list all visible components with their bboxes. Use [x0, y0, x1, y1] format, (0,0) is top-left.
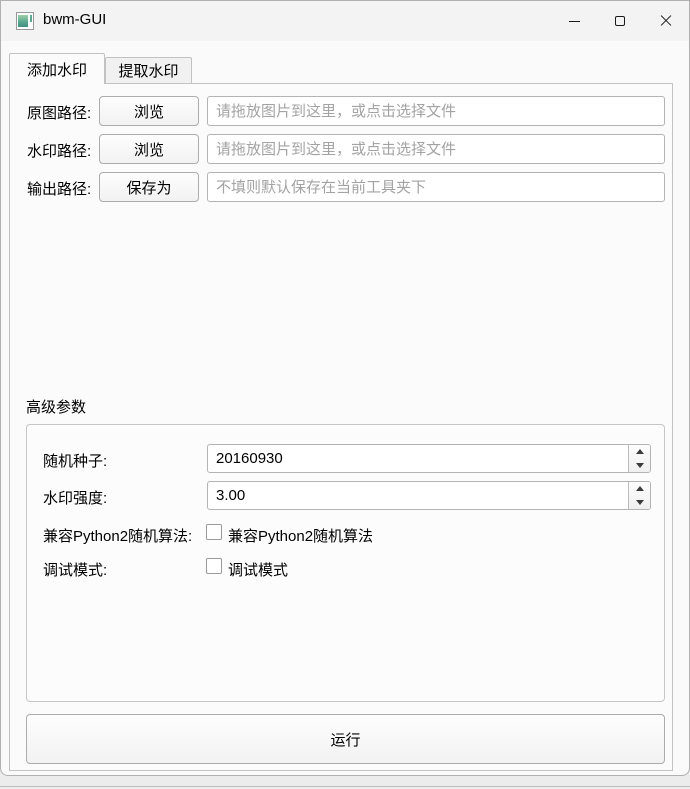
save-as-button[interactable]: 保存为: [99, 172, 199, 202]
maximize-icon: [615, 16, 625, 26]
original-path-label: 原图路径:: [27, 105, 92, 122]
python2-checkbox-label[interactable]: 兼容Python2随机算法: [228, 525, 373, 546]
original-path-input[interactable]: [207, 96, 665, 126]
strength-spin-up-button[interactable]: [629, 482, 650, 496]
output-path-label: 输出路径:: [27, 181, 92, 198]
debug-checkbox-label[interactable]: 调试模式: [228, 559, 288, 580]
app-icon: [16, 12, 34, 30]
advanced-groupbox: 随机种子: 水印强度:: [26, 424, 665, 702]
debug-label: 调试模式:: [43, 562, 108, 579]
strength-input[interactable]: [208, 482, 626, 509]
seed-label: 随机种子:: [43, 453, 108, 470]
app-icon-strip: [30, 15, 32, 22]
arrow-down-icon: [635, 462, 644, 468]
python2-label: 兼容Python2随机算法:: [43, 528, 193, 545]
titlebar: bwm-GUI: [1, 1, 689, 41]
run-button-label: 运行: [330, 731, 361, 749]
watermark-path-input[interactable]: [207, 134, 665, 164]
strength-spin-buttons: [628, 482, 650, 509]
tab-extract-watermark[interactable]: 提取水印: [105, 57, 192, 83]
close-icon: [660, 15, 672, 27]
save-as-button-label: 保存为: [126, 179, 172, 197]
browse-original-button-label: 浏览: [133, 103, 164, 121]
tab-add-watermark-label: 添加水印: [26, 61, 87, 79]
run-button[interactable]: 运行: [26, 714, 665, 764]
strength-spinbox: [207, 481, 651, 510]
watermark-path-label: 水印路径:: [27, 143, 92, 160]
tab-add-watermark[interactable]: 添加水印: [9, 53, 105, 84]
screen-edge-line: [0, 786, 690, 787]
python2-checkbox[interactable]: [206, 524, 222, 540]
close-button[interactable]: [643, 1, 689, 41]
tab-pane-add-watermark: 原图路径: 浏览 水印路径: 浏览 输出路径: 保存为 高级参数 随机种子:: [9, 83, 673, 771]
caption-buttons: [551, 1, 689, 41]
minimize-button[interactable]: [551, 1, 597, 41]
maximize-button[interactable]: [597, 1, 643, 41]
seed-spin-up-button[interactable]: [629, 445, 650, 459]
strength-label: 水印强度:: [43, 490, 108, 507]
seed-input[interactable]: [208, 445, 626, 472]
strength-spin-down-button[interactable]: [629, 496, 650, 510]
minimize-icon: [568, 20, 580, 22]
arrow-up-icon: [635, 449, 644, 455]
app-window: bwm-GUI 添加水印 提取水印 原图路径: 浏览 水印路径: 浏览: [0, 0, 690, 776]
arrow-down-icon: [635, 499, 644, 505]
window-title: bwm-GUI: [43, 11, 107, 28]
arrow-up-icon: [635, 486, 644, 492]
tab-extract-watermark-label: 提取水印: [118, 63, 179, 80]
debug-checkbox[interactable]: [206, 558, 222, 574]
output-path-input[interactable]: [207, 172, 665, 202]
browse-original-button[interactable]: 浏览: [99, 96, 199, 126]
seed-spin-down-button[interactable]: [629, 459, 650, 473]
seed-spin-buttons: [628, 445, 650, 472]
browse-watermark-button[interactable]: 浏览: [99, 134, 199, 164]
browse-watermark-button-label: 浏览: [133, 141, 164, 159]
advanced-group-title: 高级参数: [26, 399, 87, 416]
app-icon-thumbnail: [18, 15, 28, 27]
seed-spinbox: [207, 444, 651, 473]
